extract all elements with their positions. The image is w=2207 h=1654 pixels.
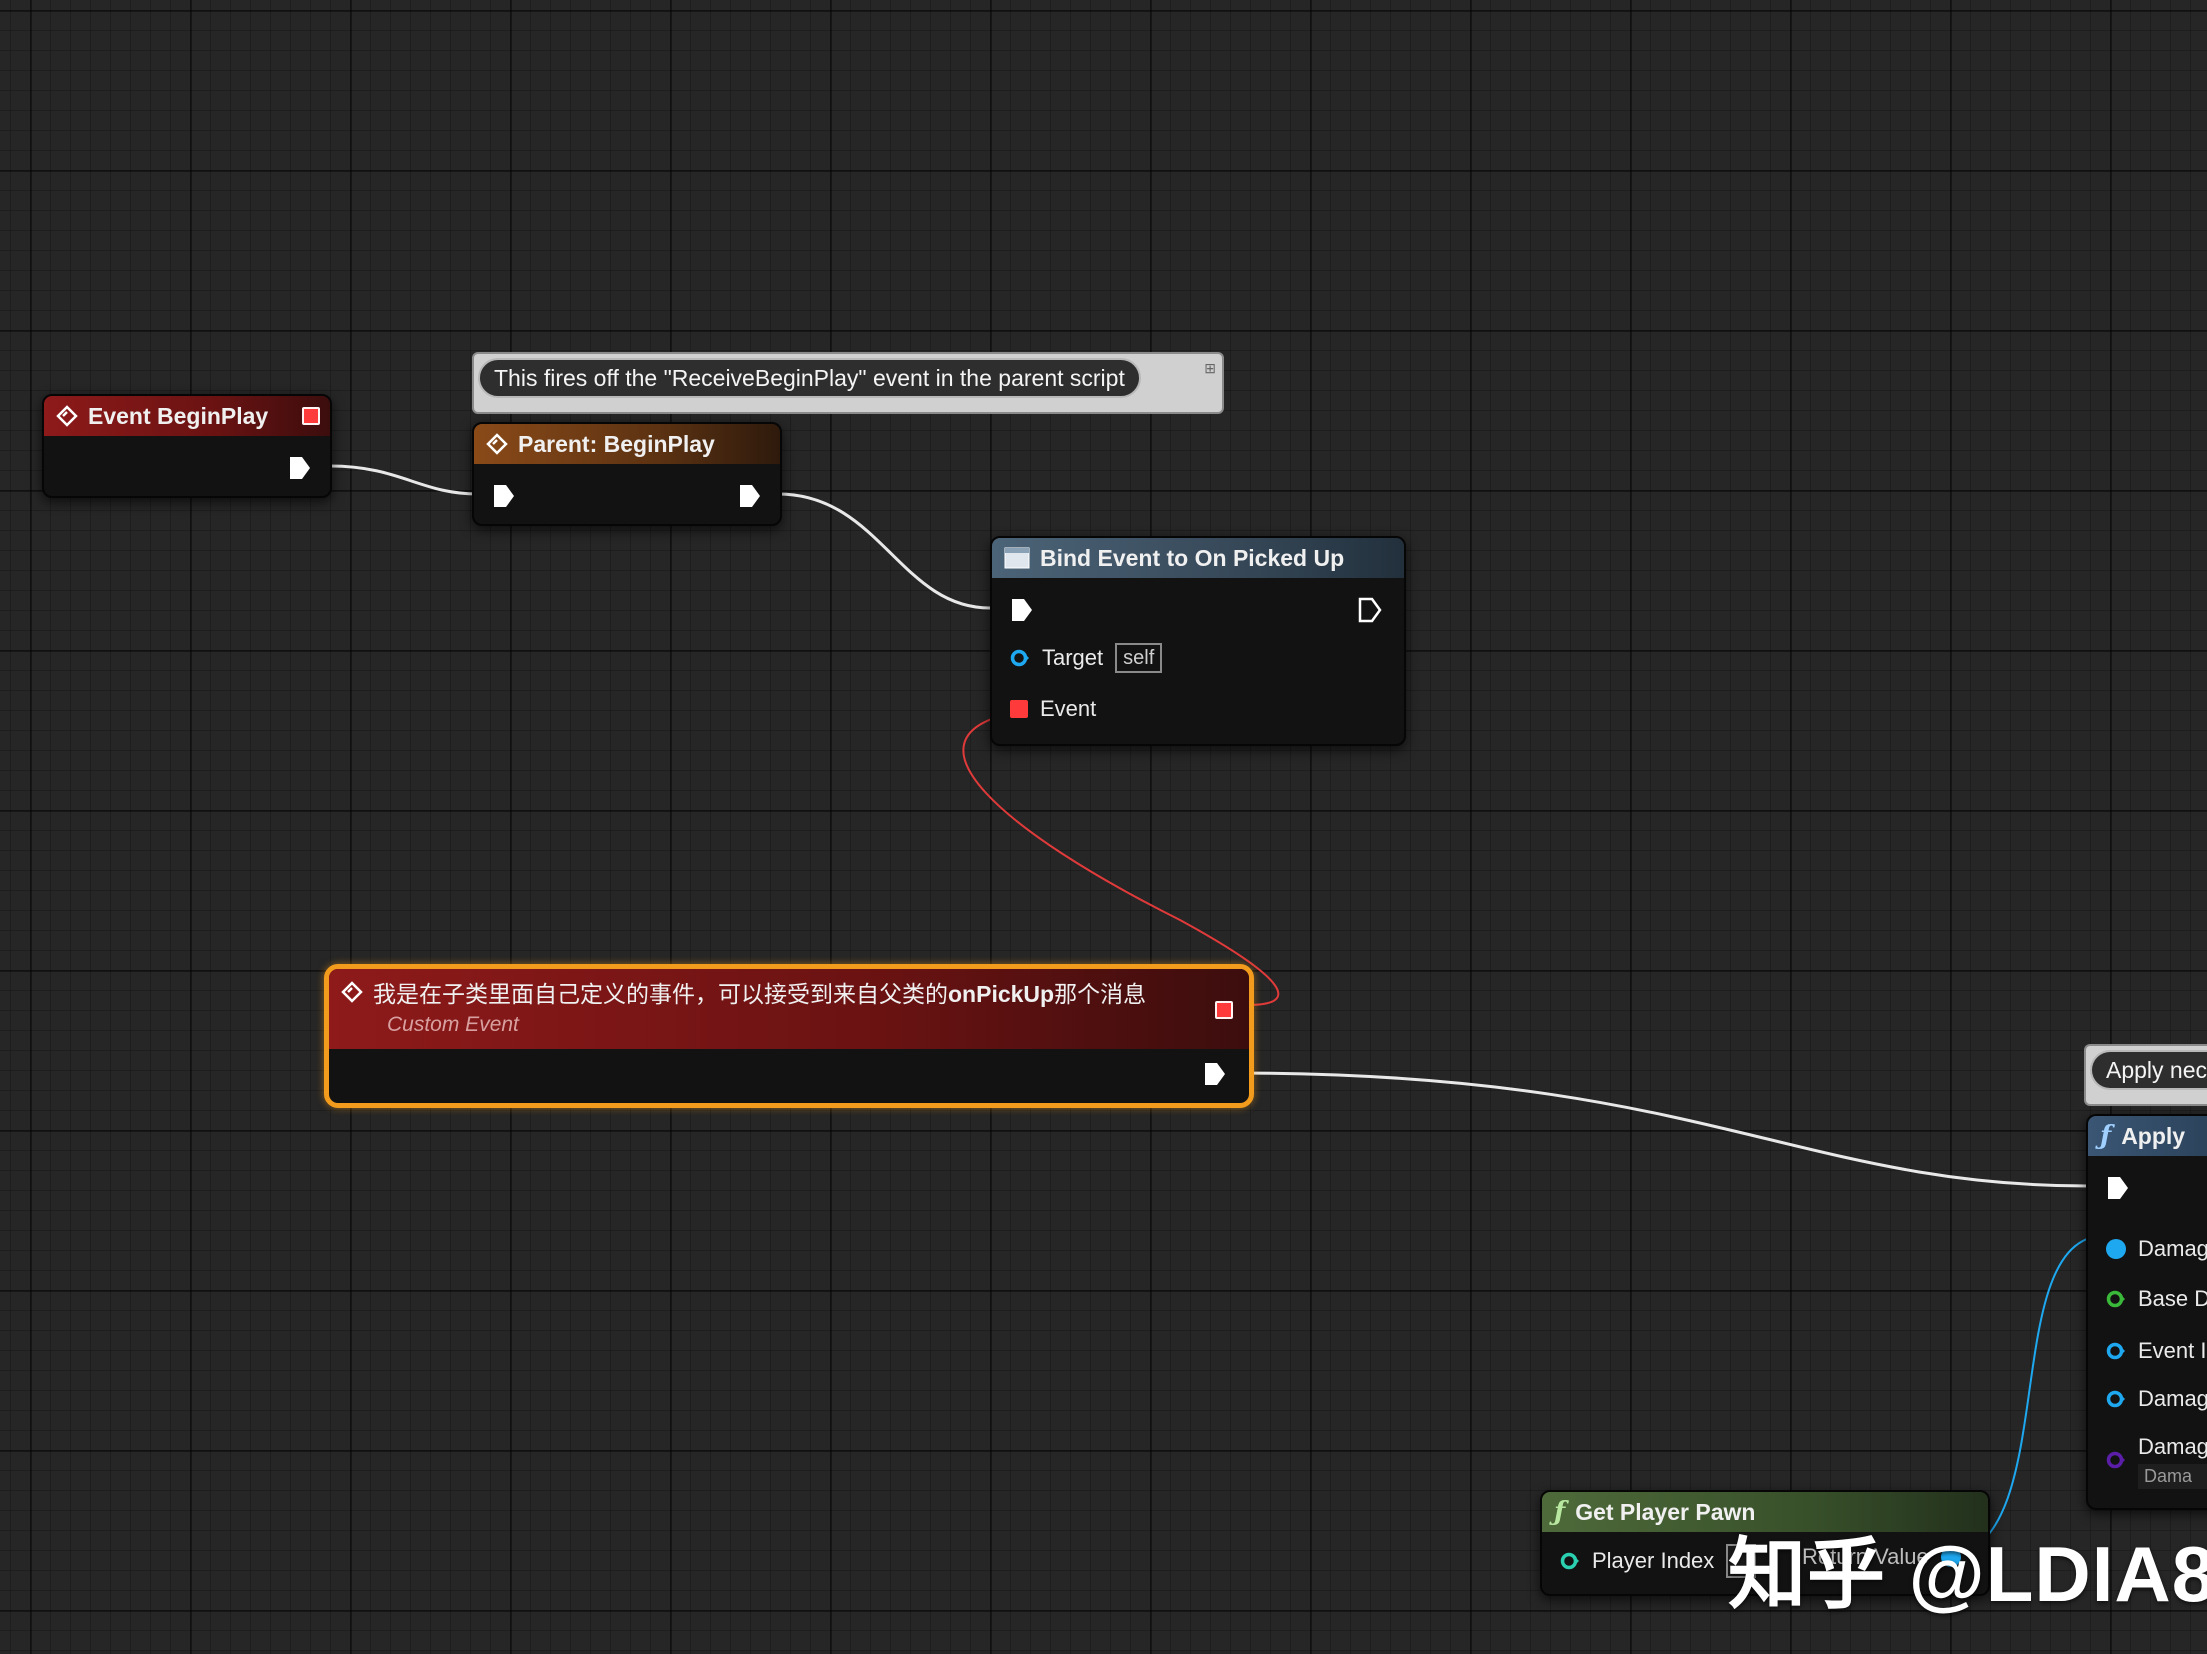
pin-label: Damag [2138, 1386, 2207, 1411]
target-default-value[interactable]: self [1115, 643, 1163, 673]
target-label: Target [1042, 645, 1104, 670]
node-subtitle: Custom Event [387, 1013, 519, 1036]
event-icon [486, 433, 508, 455]
comment-box-beginplay[interactable]: This fires off the "ReceiveBeginPlay" ev… [472, 352, 1224, 414]
node-header: Event BeginPlay [44, 396, 330, 436]
apply-pin-row-3[interactable]: Event I [2106, 1338, 2206, 1364]
apply-pin-row-2[interactable]: Base D [2106, 1286, 2207, 1312]
exec-output-pin[interactable] [288, 455, 312, 481]
node-event-beginplay[interactable]: Event BeginPlay [42, 394, 332, 498]
node-title: 我是在子类里面自己定义的事件，可以接受到来自父类的onPickUp那个消息 [373, 975, 1146, 1009]
exec-input-pin[interactable] [1010, 597, 1034, 623]
exec-wire-beginplay-to-parent [329, 464, 479, 496]
comment-text: This fires off the "ReceiveBeginPlay" ev… [494, 365, 1125, 391]
event-label: Event [1040, 696, 1097, 721]
node-title: Event BeginPlay [88, 402, 269, 429]
pin-label: Damag [2138, 1434, 2207, 1459]
comment-box-apply[interactable]: Apply nec [2084, 1044, 2207, 1106]
title-suffix: 那个消息 [1054, 981, 1147, 1007]
comment-bubble: This fires off the "ReceiveBeginPlay" ev… [478, 358, 1141, 398]
node-header: Parent: BeginPlay [474, 424, 780, 464]
pin-comment-icon[interactable]: ⊞ [1204, 360, 1216, 377]
event-icon [341, 981, 363, 1003]
object-pin-icon[interactable] [1010, 648, 1030, 668]
player-index-label: Player Index [1592, 1548, 1715, 1573]
object-pin-icon[interactable] [2106, 1341, 2126, 1361]
apply-pin-row-4[interactable]: Damag [2106, 1386, 2207, 1412]
comment-text: Apply nec [2106, 1057, 2207, 1083]
node-header: ƒ Apply [2088, 1116, 2207, 1156]
apply-pin-row-1[interactable]: Damag [2106, 1236, 2207, 1262]
function-icon [1004, 547, 1030, 569]
node-bind-event-on-picked-up[interactable]: Bind Event to On Picked Up Target self E… [990, 536, 1406, 746]
node-parent-beginplay[interactable]: Parent: BeginPlay [472, 422, 782, 526]
watermark: 知乎 @LDIA8f [1728, 1530, 2207, 1618]
node-title: Bind Event to On Picked Up [1040, 544, 1345, 571]
class-pin-icon[interactable] [2106, 1450, 2126, 1470]
wire-layer [329, 464, 2099, 1557]
f-icon: ƒ [2100, 1121, 2112, 1151]
node-title: Apply [2121, 1122, 2186, 1149]
node-header: 我是在子类里面自己定义的事件，可以接受到来自父类的onPickUp那个消息 Cu… [329, 969, 1249, 1049]
exec-wire-custom-event-to-apply [1235, 1071, 2089, 1188]
exec-output-pin[interactable] [1203, 1061, 1227, 1087]
node-title: Parent: BeginPlay [518, 430, 715, 457]
title-bold: onPickUp [948, 981, 1055, 1007]
delegate-wire-bind-to-custom-event [962, 713, 1280, 1006]
int-pin-icon[interactable] [1560, 1551, 1580, 1571]
pin-label: Damag [2138, 1236, 2207, 1261]
object-pin-filled-icon[interactable] [2106, 1239, 2126, 1259]
comment-bubble: Apply nec [2090, 1050, 2207, 1090]
delegate-input-pin[interactable] [1010, 700, 1028, 718]
node-custom-event[interactable]: 我是在子类里面自己定义的事件，可以接受到来自父类的onPickUp那个消息 Cu… [324, 964, 1254, 1108]
node-header: Bind Event to On Picked Up [992, 538, 1404, 578]
exec-wire-parent-to-bind [777, 492, 991, 610]
exec-input-pin[interactable] [492, 483, 516, 509]
player-index-pin-row[interactable]: Player Index [1560, 1544, 1757, 1578]
event-pin-row[interactable]: Event [1010, 696, 1096, 722]
node-apply[interactable]: ƒ Apply Damag Base D Event I Damag Damag… [2086, 1114, 2207, 1510]
delegate-output-pin[interactable] [302, 407, 320, 425]
target-pin-row[interactable]: Target self [1010, 643, 1163, 673]
apply-pin-row-5[interactable]: Damag Dama [2106, 1434, 2207, 1489]
object-pin-icon[interactable] [2106, 1389, 2126, 1409]
exec-input-pin[interactable] [2106, 1175, 2130, 1201]
event-icon [56, 405, 78, 427]
exec-output-pin[interactable] [1358, 597, 1382, 623]
pin-sub-value[interactable]: Dama [2138, 1464, 2207, 1489]
f-icon: ƒ [1554, 1497, 1566, 1527]
title-prefix: 我是在子类里面自己定义的事件，可以接受到来自父类的 [373, 981, 948, 1007]
float-pin-icon[interactable] [2106, 1289, 2126, 1309]
pin-label: Event I [2138, 1338, 2207, 1363]
exec-output-pin[interactable] [738, 483, 762, 509]
pin-label: Base D [2138, 1286, 2207, 1311]
delegate-output-pin[interactable] [1215, 1001, 1233, 1019]
